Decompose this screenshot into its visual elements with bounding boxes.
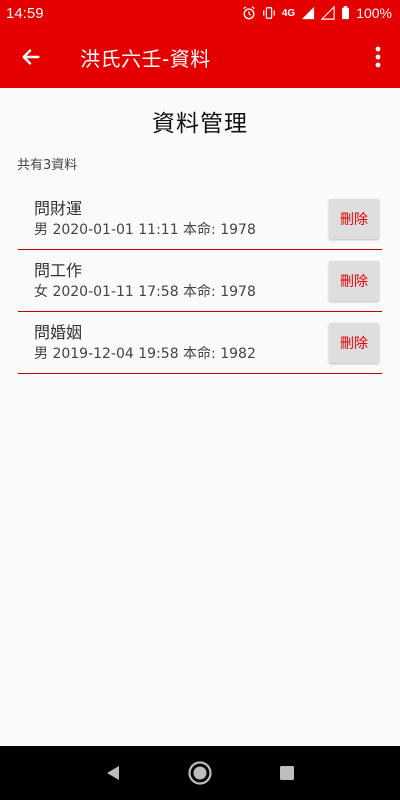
overflow-menu-button[interactable] (356, 26, 400, 88)
list-item[interactable]: 問婚姻 男 2019-12-04 19:58 本命: 1982 刪除 (18, 312, 382, 374)
app-title: 洪氏六壬-資料 (80, 46, 211, 71)
status-icons: 4G 100% (242, 5, 392, 21)
signal-icon-2 (321, 6, 335, 20)
nav-recents-icon (279, 766, 294, 780)
network-type: 4G (281, 7, 296, 19)
list-item-text: 問婚姻 男 2019-12-04 19:58 本命: 1982 (18, 322, 329, 364)
delete-button[interactable]: 刪除 (329, 260, 379, 301)
nav-back-icon (107, 766, 120, 780)
nav-recents-button[interactable] (272, 758, 302, 788)
record-name: 問婚姻 (34, 322, 83, 342)
record-info: 男 2020-01-01 11:11 本命: 1978 (34, 221, 256, 238)
more-vert-icon (375, 46, 381, 68)
delete-button[interactable]: 刪除 (329, 322, 379, 363)
back-button[interactable] (0, 26, 62, 88)
record-name: 問財運 (34, 198, 83, 218)
record-list: 問財運 男 2020-01-01 11:11 本命: 1978 刪除 問工作 女… (18, 188, 382, 374)
arrow-left-icon (22, 49, 40, 65)
record-count: 共有3資料 (17, 158, 78, 173)
app-bar: 洪氏六壬-資料 (0, 26, 400, 88)
nav-home-icon (188, 761, 212, 785)
signal-icon (302, 6, 315, 20)
record-info: 男 2019-12-04 19:58 本命: 1982 (34, 345, 256, 362)
system-nav-bar (0, 746, 400, 800)
alarm-icon (243, 6, 255, 20)
list-item[interactable]: 問工作 女 2020-01-11 17:58 本命: 1978 刪除 (18, 250, 382, 312)
content-area: 資料管理 共有3資料 問財運 男 2020-01-01 11:11 本命: 19… (0, 88, 400, 746)
record-name: 問工作 (34, 260, 83, 280)
list-item-text: 問工作 女 2020-01-11 17:58 本命: 1978 (18, 260, 329, 302)
list-item[interactable]: 問財運 男 2020-01-01 11:11 本命: 1978 刪除 (18, 188, 382, 250)
list-item-text: 問財運 男 2020-01-01 11:11 本命: 1978 (18, 198, 329, 240)
nav-home-button[interactable] (185, 758, 215, 788)
status-time: 14:59 (6, 4, 44, 22)
battery-percent: 100% (356, 5, 392, 21)
page-title: 資料管理 (152, 111, 248, 137)
vibrate-icon (262, 7, 275, 19)
battery-icon (342, 6, 350, 20)
delete-button[interactable]: 刪除 (329, 198, 379, 239)
nav-back-button[interactable] (98, 758, 128, 788)
record-info: 女 2020-01-11 17:58 本命: 1978 (34, 283, 256, 300)
status-bar: 14:59 4G 100% (0, 0, 400, 26)
